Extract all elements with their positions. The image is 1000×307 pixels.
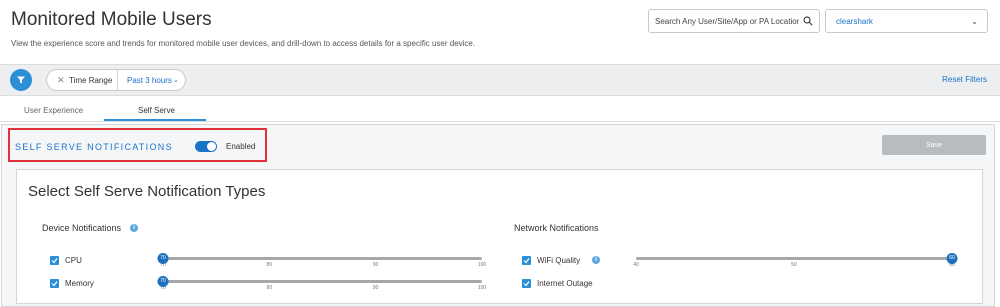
reset-filters-link[interactable]: Reset Filters (942, 75, 987, 84)
slider-tick-label: 80 (266, 262, 273, 268)
slider-track (636, 257, 952, 260)
chevron-down-icon: ⌄ (971, 17, 978, 26)
cpu-row: CPU (50, 255, 150, 267)
time-range-value[interactable]: Past 3 hours (127, 76, 172, 85)
tenant-select[interactable]: clearshark ⌄ (825, 9, 988, 33)
search-icon[interactable] (803, 16, 813, 26)
slider-tick-label: 90 (372, 262, 379, 268)
slider-thumb[interactable]: 60 (946, 253, 958, 264)
tenant-select-value: clearshark (836, 17, 873, 26)
memory-slider[interactable]: 70 80 90 100 70 (157, 275, 486, 291)
slider-tick-label: 40 (633, 262, 639, 268)
cpu-checkbox[interactable] (50, 256, 59, 265)
slider-tick-label: 80 (266, 285, 273, 291)
memory-row: Memory (50, 278, 150, 290)
page-title: Monitored Mobile Users (11, 9, 212, 30)
internet-outage-checkbox[interactable] (522, 279, 531, 288)
toggle-knob (207, 142, 216, 151)
save-button[interactable]: Save (882, 135, 986, 155)
self-serve-notifications-header: SELF SERVE NOTIFICATIONS Enabled (8, 128, 267, 162)
cpu-label: CPU (65, 256, 82, 265)
notifications-toggle[interactable] (195, 141, 217, 152)
notification-types-card: Select Self Serve Notification Types Dev… (16, 169, 983, 304)
memory-label: Memory (65, 279, 94, 288)
device-notifications-title: Device Notifications (42, 223, 122, 233)
page-header: Monitored Mobile Users View the experien… (0, 0, 1000, 64)
filter-bar: ✕ Time Range Past 3 hours ⌄ Reset Filter… (0, 64, 1000, 96)
tab-bar: User Experience Self Serve (0, 96, 1000, 122)
network-notifications-title: Network Notifications (514, 223, 599, 233)
tab-self-serve[interactable]: Self Serve (138, 106, 175, 115)
card-title: Select Self Serve Notification Types (28, 183, 266, 200)
internet-outage-label: Internet Outage (537, 279, 593, 288)
filter-button[interactable] (10, 69, 32, 91)
slider-tick-label: 100 (477, 285, 487, 291)
time-range-filter-pill[interactable]: ✕ Time Range Past 3 hours ⌄ (46, 69, 186, 91)
checkmark-icon (523, 281, 530, 287)
wifi-quality-checkbox[interactable] (522, 256, 531, 265)
slider-thumb[interactable]: 70 (157, 276, 169, 287)
internet-outage-row: Internet Outage (522, 278, 622, 290)
slider-track (163, 280, 482, 283)
search-input[interactable] (649, 10, 799, 32)
cpu-slider[interactable]: 70 80 90 100 70 (157, 252, 486, 268)
wifi-quality-slider[interactable]: 40 50 60 60 (633, 252, 958, 268)
slider-track (163, 257, 482, 260)
chevron-down-icon[interactable]: ⌄ (173, 76, 179, 84)
pill-divider (117, 70, 118, 90)
time-range-label: Time Range (69, 76, 113, 85)
checkmark-icon (51, 258, 58, 264)
info-icon[interactable]: i (592, 256, 600, 264)
close-icon[interactable]: ✕ (57, 75, 65, 86)
page-description: View the experience score and trends for… (11, 39, 476, 48)
tab-user-experience[interactable]: User Experience (24, 106, 83, 115)
self-serve-panel: SELF SERVE NOTIFICATIONS Enabled Save Se… (1, 124, 995, 307)
filter-icon (17, 76, 25, 84)
checkmark-icon (51, 281, 58, 287)
info-icon[interactable]: i (130, 224, 138, 232)
slider-tick-label: 50 (791, 262, 797, 268)
tab-divider (0, 121, 1000, 122)
self-serve-notifications-title: SELF SERVE NOTIFICATIONS (15, 142, 173, 152)
slider-tick-label: 100 (477, 262, 487, 268)
search-box[interactable] (648, 9, 820, 33)
memory-checkbox[interactable] (50, 279, 59, 288)
slider-tick-label: 90 (372, 285, 379, 291)
toggle-status-label: Enabled (226, 142, 256, 151)
wifi-quality-label: WiFi Quality (537, 256, 581, 265)
wifi-quality-row: WiFi Quality i (522, 255, 622, 267)
checkmark-icon (523, 258, 530, 264)
slider-thumb[interactable]: 70 (157, 253, 169, 264)
